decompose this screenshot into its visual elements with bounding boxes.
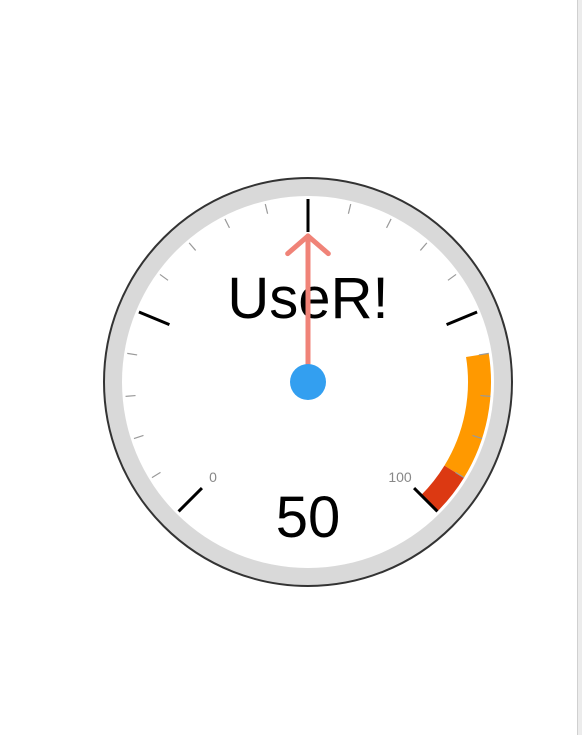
gauge-hub (290, 364, 326, 400)
gauge-value-text: 50 (276, 485, 341, 550)
gauge-minor-tick (480, 394, 491, 397)
gauge-canvas: UseR! 0 100 50 (103, 177, 513, 587)
window-edge (577, 0, 582, 735)
gauge-max-label: 100 (388, 469, 412, 485)
gauge-min-label: 0 (209, 469, 217, 485)
gauge-minor-tick (125, 394, 136, 397)
